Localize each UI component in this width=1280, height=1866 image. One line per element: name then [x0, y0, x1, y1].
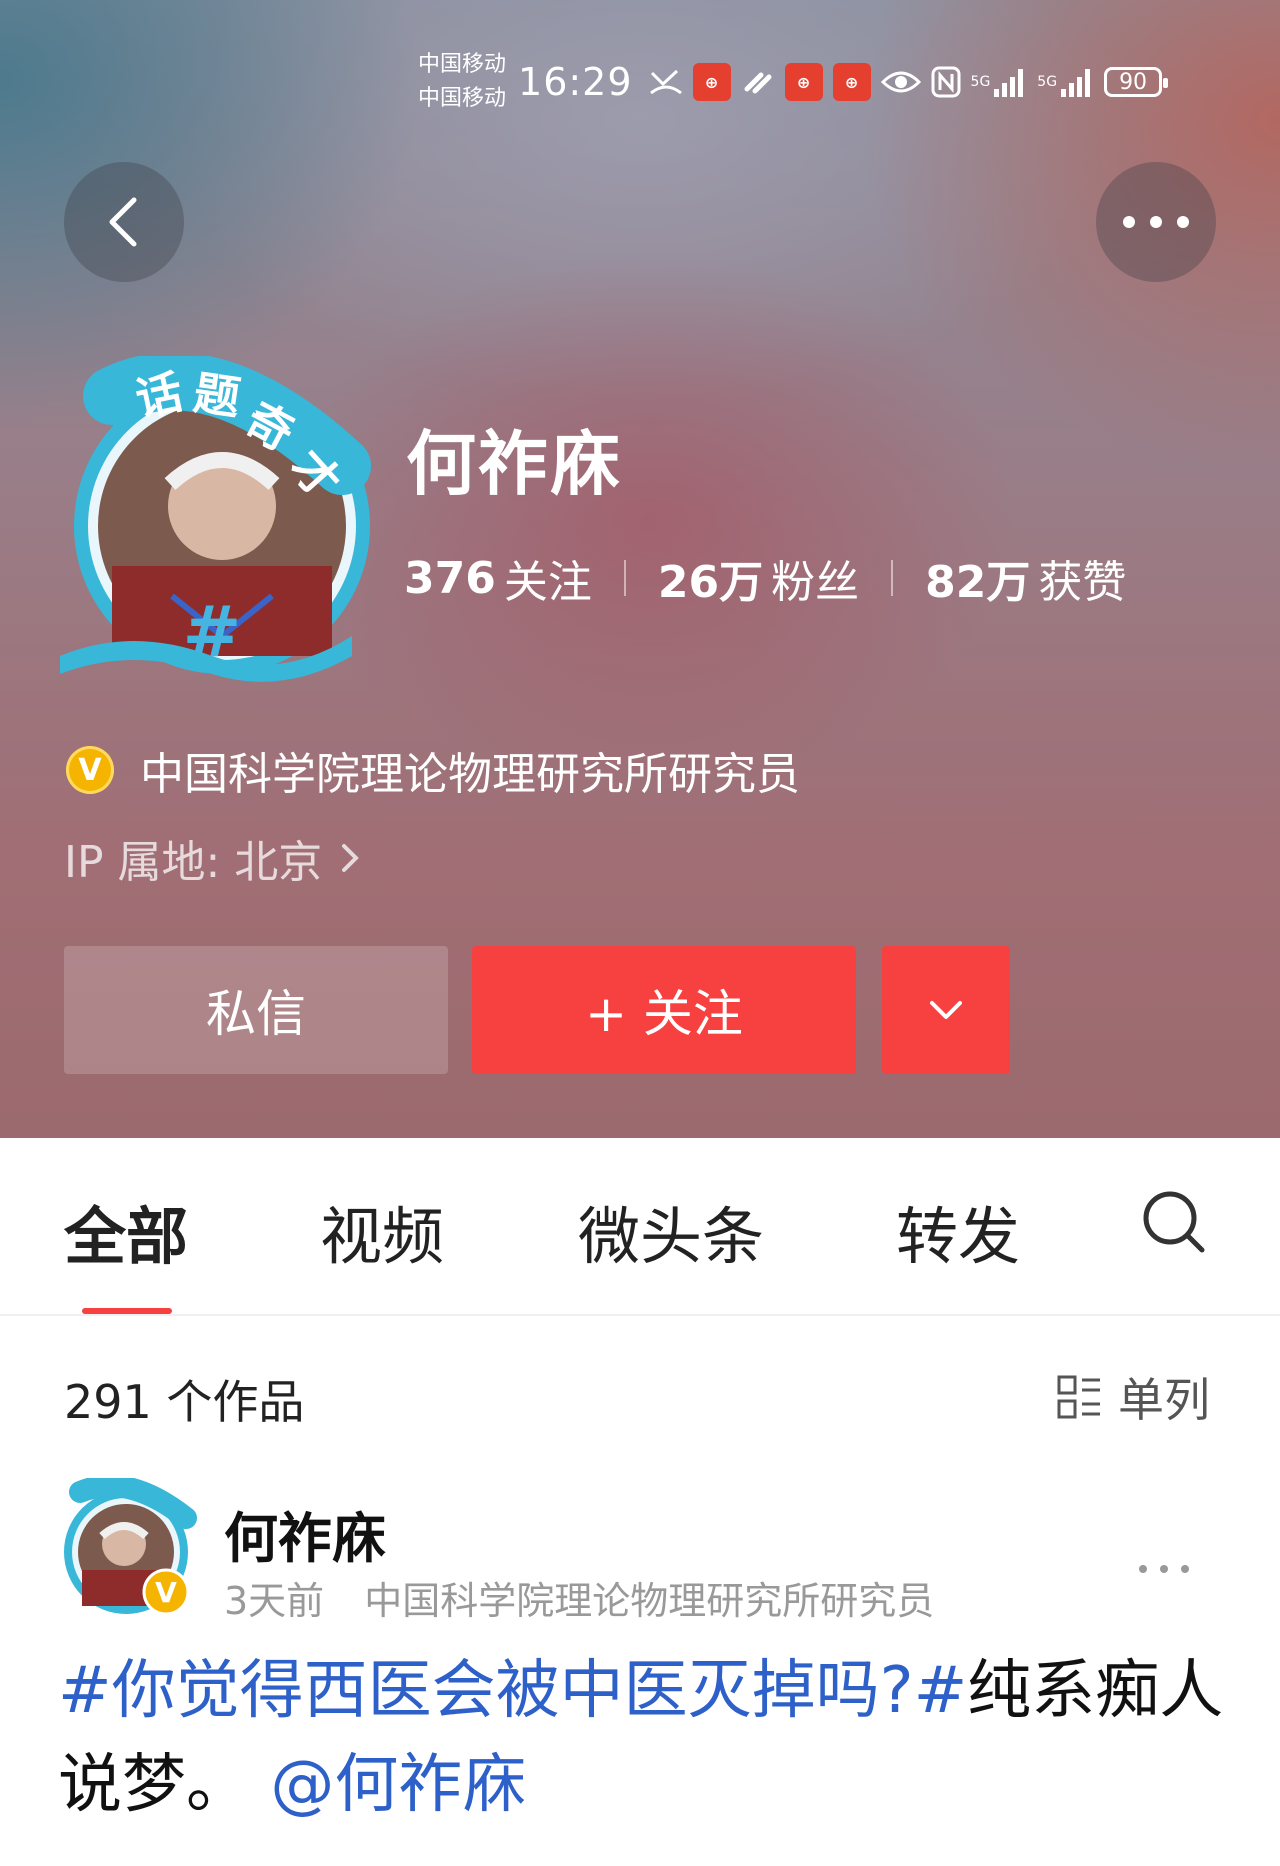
- tab-video[interactable]: 视频: [320, 1186, 444, 1276]
- tab-repost[interactable]: 转发: [896, 1186, 1020, 1276]
- signal-strength-2-icon: [1061, 67, 1091, 97]
- link-icon: [741, 67, 775, 97]
- missed-call-icon: [649, 67, 683, 97]
- app-notification-icon: ⊕: [832, 63, 871, 101]
- post-author-name[interactable]: 何祚庥: [224, 1494, 386, 1573]
- app-notification-icon: ⊕: [692, 63, 731, 101]
- avatar-frame: # 话 题 奇 才: [60, 352, 371, 682]
- network-type-1: 5G: [970, 74, 991, 90]
- layout-toggle-label: 单列: [1118, 1373, 1210, 1427]
- search-button[interactable]: [1140, 1188, 1208, 1260]
- profile-stats: 376 关注 26万 粉丝 82万 获赞: [404, 546, 1126, 610]
- chevron-down-icon: [930, 1001, 962, 1019]
- following-label[interactable]: 关注: [504, 546, 592, 610]
- svg-text:V: V: [155, 1576, 177, 1609]
- post-topic-link[interactable]: #你觉得西医会被中医灭掉吗?#: [58, 1654, 967, 1728]
- recommend-dropdown-button[interactable]: [882, 946, 1010, 1074]
- active-tab-indicator: [82, 1308, 172, 1314]
- list-layout-icon: [1057, 1375, 1100, 1419]
- follow-button-label: + 关注: [585, 985, 743, 1043]
- message-button[interactable]: 私信: [64, 946, 448, 1074]
- stats-divider: [623, 560, 626, 596]
- works-count: 291 个作品: [64, 1375, 305, 1429]
- search-icon: [1143, 1191, 1205, 1253]
- likes-label: 获赞: [1038, 557, 1127, 608]
- post-author-avatar[interactable]: V: [58, 1475, 198, 1618]
- stats-divider: [891, 560, 894, 596]
- fans-label[interactable]: 粉丝: [771, 546, 859, 610]
- chevron-right-icon: [342, 844, 360, 872]
- eye-icon: [880, 68, 921, 96]
- battery-level: 90: [1119, 69, 1148, 95]
- status-time: 16:29: [518, 60, 633, 104]
- ip-location-link[interactable]: IP 属地: 北京: [64, 826, 366, 890]
- tab-micro-headline[interactable]: 微头条: [578, 1186, 764, 1276]
- more-icon: [1123, 216, 1189, 228]
- content-tabs: 全部 视频 微头条 转发: [0, 1138, 1280, 1316]
- profile-name: 何祚庥: [406, 423, 622, 505]
- battery-icon: 90: [1104, 67, 1169, 97]
- post-content[interactable]: #你觉得西医会被中医灭掉吗?#纯系痴人说梦。 @何祚庥: [58, 1644, 1228, 1832]
- nfc-icon: [931, 66, 961, 98]
- fans-count[interactable]: 26万: [658, 546, 763, 610]
- follow-button[interactable]: + 关注: [472, 946, 856, 1074]
- status-bar: 中国移动 中国移动 16:29 ⊕ ⊕ ⊕ 5G 5G 90: [418, 46, 1169, 118]
- more-options-button[interactable]: [1096, 162, 1216, 282]
- carrier-names: 中国移动 中国移动: [418, 48, 506, 116]
- back-button[interactable]: [64, 162, 184, 282]
- layout-toggle[interactable]: 单列: [1056, 1364, 1210, 1430]
- carrier-2: 中国移动: [418, 86, 507, 111]
- verification-text: 中国科学院理论物理研究所研究员: [140, 749, 800, 800]
- following-count[interactable]: 376: [404, 553, 496, 604]
- profile-avatar[interactable]: # 话 题 奇 才: [52, 352, 372, 696]
- verified-icon: V: [66, 746, 114, 794]
- app-notification-icon: ⊕: [784, 63, 823, 101]
- more-icon: [1139, 1565, 1189, 1573]
- ip-location-text: IP 属地: 北京: [64, 837, 323, 888]
- carrier-1: 中国移动: [418, 52, 507, 77]
- post-mention-link[interactable]: @何祚庥: [270, 1748, 526, 1822]
- post-author-title: 中国科学院理论物理研究所研究员: [364, 1579, 935, 1623]
- post-meta: 3天前 中国科学院理论物理研究所研究员: [224, 1570, 934, 1625]
- message-button-label: 私信: [206, 985, 306, 1043]
- likes-count: 82万: [925, 557, 1031, 608]
- back-icon: [109, 197, 137, 247]
- tab-all[interactable]: 全部: [64, 1186, 188, 1276]
- network-type-2: 5G: [1037, 74, 1058, 90]
- post-more-button[interactable]: [1138, 1538, 1190, 1584]
- svg-text:题: 题: [190, 365, 243, 425]
- post-time: 3天前: [224, 1579, 325, 1623]
- verification-info: V 中国科学院理论物理研究所研究员: [66, 738, 800, 802]
- signal-strength-1-icon: [994, 67, 1024, 97]
